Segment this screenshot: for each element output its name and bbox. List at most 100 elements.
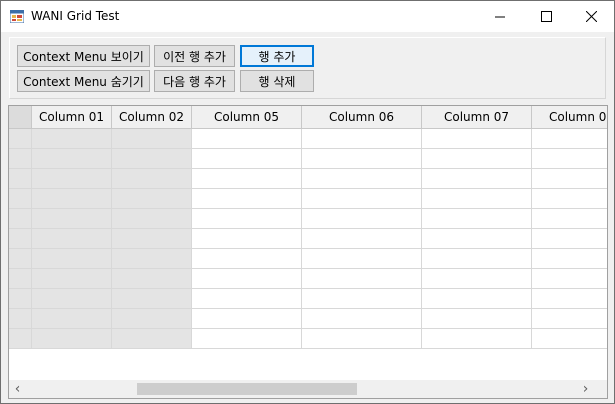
row-header[interactable] <box>9 129 32 149</box>
grid-cell[interactable] <box>32 169 112 189</box>
grid-cell[interactable] <box>192 309 302 329</box>
row-header[interactable] <box>9 229 32 249</box>
grid-cell[interactable] <box>302 329 422 349</box>
hide-context-menu-button[interactable]: Context Menu 숨기기 <box>17 70 150 92</box>
grid-cell[interactable] <box>532 229 607 249</box>
show-context-menu-button[interactable]: Context Menu 보이기 <box>17 45 150 67</box>
grid-cell[interactable] <box>532 289 607 309</box>
grid-cell[interactable] <box>112 269 192 289</box>
grid-cell[interactable] <box>532 249 607 269</box>
maximize-button[interactable] <box>523 1 569 32</box>
grid-cell[interactable] <box>422 309 532 329</box>
grid-cell[interactable] <box>302 189 422 209</box>
grid-cell[interactable] <box>112 129 192 149</box>
grid-cell[interactable] <box>532 209 607 229</box>
grid-cell[interactable] <box>302 309 422 329</box>
row-header[interactable] <box>9 169 32 189</box>
row-header[interactable] <box>9 249 32 269</box>
insert-previous-row-button[interactable]: 이전 행 추가 <box>154 45 235 67</box>
close-button[interactable] <box>568 1 614 32</box>
grid-cell[interactable] <box>112 309 192 329</box>
row-header[interactable] <box>9 329 32 349</box>
column-header[interactable]: Column 07 <box>422 106 532 129</box>
grid-cell[interactable] <box>532 329 607 349</box>
grid-cell[interactable] <box>302 289 422 309</box>
grid-cell[interactable] <box>192 189 302 209</box>
grid-cell[interactable] <box>422 269 532 289</box>
grid-cell[interactable] <box>32 329 112 349</box>
grid-cell[interactable] <box>422 329 532 349</box>
grid-cell[interactable] <box>112 209 192 229</box>
row-header[interactable] <box>9 289 32 309</box>
grid-cell[interactable] <box>302 209 422 229</box>
grid-cell[interactable] <box>422 149 532 169</box>
grid-cell[interactable] <box>192 149 302 169</box>
grid-cell[interactable] <box>192 169 302 189</box>
grid-cell[interactable] <box>302 249 422 269</box>
grid-cell[interactable] <box>112 249 192 269</box>
row-header[interactable] <box>9 209 32 229</box>
grid-cell[interactable] <box>302 149 422 169</box>
scroll-thumb[interactable] <box>137 383 357 395</box>
grid-cell[interactable] <box>422 129 532 149</box>
column-header[interactable]: Column 06 <box>302 106 422 129</box>
grid-cell[interactable] <box>32 269 112 289</box>
grid-cell[interactable] <box>422 209 532 229</box>
grid-cell[interactable] <box>532 189 607 209</box>
grid-cell[interactable] <box>112 149 192 169</box>
grid-corner-header[interactable] <box>9 106 32 129</box>
grid-cell[interactable] <box>112 289 192 309</box>
column-header[interactable]: Column 05 <box>192 106 302 129</box>
grid-cell[interactable] <box>422 189 532 209</box>
grid-cell[interactable] <box>302 129 422 149</box>
grid-cell[interactable] <box>192 209 302 229</box>
add-row-button[interactable]: 행 추가 <box>240 45 314 67</box>
row-header[interactable] <box>9 189 32 209</box>
grid-cell[interactable] <box>422 249 532 269</box>
grid-cell[interactable] <box>112 229 192 249</box>
title-bar[interactable]: WANI Grid Test <box>1 1 614 32</box>
grid-cell[interactable] <box>112 189 192 209</box>
grid-cell[interactable] <box>192 289 302 309</box>
grid-cell[interactable] <box>112 329 192 349</box>
grid-cell[interactable] <box>32 309 112 329</box>
grid-cell[interactable] <box>422 289 532 309</box>
column-header[interactable]: Column 01 <box>32 106 112 129</box>
grid-cell[interactable] <box>302 169 422 189</box>
grid-cell[interactable] <box>32 229 112 249</box>
row-header[interactable] <box>9 269 32 289</box>
grid-cell[interactable] <box>112 169 192 189</box>
minimize-button[interactable] <box>477 1 523 32</box>
main-window: WANI Grid Test Context Menu 보이기 Context … <box>0 0 615 404</box>
grid-cell[interactable] <box>532 149 607 169</box>
grid-cell[interactable] <box>532 169 607 189</box>
grid-cell[interactable] <box>532 129 607 149</box>
grid-cell[interactable] <box>422 169 532 189</box>
grid-cell[interactable] <box>532 269 607 289</box>
column-header[interactable]: Column 08 <box>532 106 607 129</box>
grid-cell[interactable] <box>32 289 112 309</box>
grid-cell[interactable] <box>32 149 112 169</box>
grid-cell[interactable] <box>302 229 422 249</box>
row-header[interactable] <box>9 309 32 329</box>
grid-cell[interactable] <box>422 229 532 249</box>
grid-cell[interactable] <box>192 269 302 289</box>
column-header[interactable]: Column 02 <box>112 106 192 129</box>
delete-row-button[interactable]: 행 삭제 <box>240 70 314 92</box>
grid-cell[interactable] <box>532 309 607 329</box>
grid-cell[interactable] <box>32 129 112 149</box>
data-grid[interactable]: Column 01 Column 02 Column 05 Column 06 Colu… <box>8 105 608 399</box>
row-header[interactable] <box>9 149 32 169</box>
grid-cell[interactable] <box>32 189 112 209</box>
scroll-right-button[interactable]: › <box>577 380 594 398</box>
grid-cell[interactable] <box>302 269 422 289</box>
grid-cell[interactable] <box>192 249 302 269</box>
grid-cell[interactable] <box>32 209 112 229</box>
horizontal-scrollbar[interactable]: ‹ › <box>9 380 607 398</box>
insert-next-row-button[interactable]: 다음 행 추가 <box>154 70 235 92</box>
grid-cell[interactable] <box>192 229 302 249</box>
grid-cell[interactable] <box>32 249 112 269</box>
grid-cell[interactable] <box>192 129 302 149</box>
grid-cell[interactable] <box>192 329 302 349</box>
scroll-left-button[interactable]: ‹ <box>9 380 26 398</box>
